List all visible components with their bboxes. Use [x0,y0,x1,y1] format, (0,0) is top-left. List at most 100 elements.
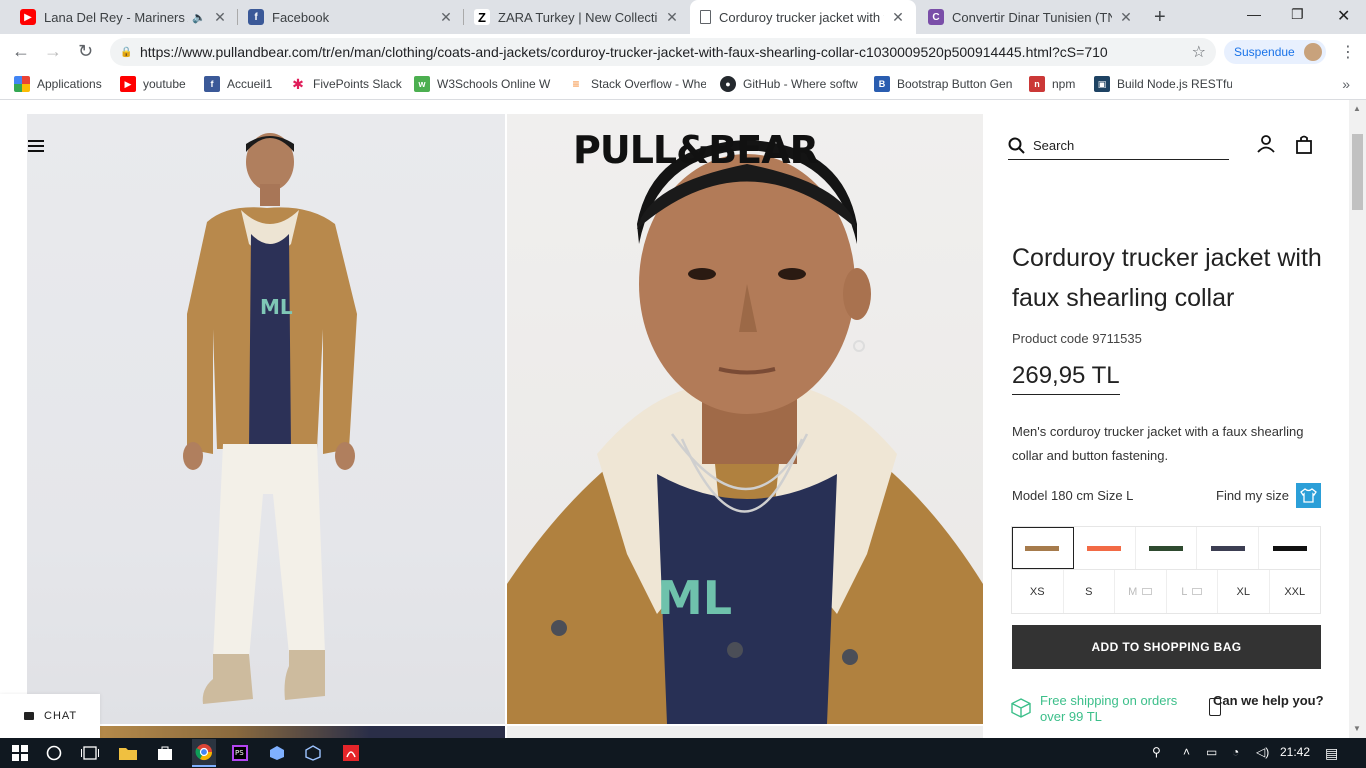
new-tab-button[interactable]: + [1154,6,1166,29]
search-input[interactable]: Search [1008,132,1229,160]
bookmark-stackoverflow[interactable]: ≡ Stack Overflow - Whe [568,76,706,92]
size-option-m[interactable]: M [1115,570,1167,613]
browser-menu-icon[interactable]: ⋮ [1340,42,1356,62]
close-tab-icon[interactable]: ✕ [1118,9,1134,26]
bookmark-youtube[interactable]: ▶ youtube [120,76,186,92]
clock-time[interactable]: 21:42 [1280,745,1310,759]
bookmark-label: youtube [143,77,186,91]
help-link[interactable]: Can we help you? [1213,693,1324,708]
browser-tab-bar: ▶ Lana Del Rey - Mariners Ap 🔈 ✕ f Faceb… [0,0,1366,34]
shopping-bag-icon[interactable] [1296,135,1312,154]
chrome-icon[interactable] [192,739,216,767]
url-text: https://www.pullandbear.com/tr/en/man/cl… [140,44,1108,60]
size-label: XS [1029,585,1045,598]
size-label: M [1128,585,1138,598]
bookmark-nodejs[interactable]: ▣ Build Node.js RESTful [1094,76,1232,92]
close-window-button[interactable]: ✕ [1337,6,1350,26]
site-logo[interactable]: PULL&BEAR [573,128,819,172]
url-field[interactable]: 🔒 https://www.pullandbear.com/tr/en/man/… [110,38,1216,66]
tab-title: Lana Del Rey - Mariners Ap [44,9,189,25]
reload-icon[interactable]: ↻ [78,41,93,62]
size-selector: XS S M L XL XXL [1011,570,1321,614]
close-tab-icon[interactable]: ✕ [212,9,228,26]
notify-mail-icon[interactable] [1142,588,1153,595]
bookmark-label: Build Node.js RESTful [1117,77,1232,91]
wifi-icon[interactable]: ◔ [1232,745,1239,759]
notify-mail-icon[interactable] [1192,588,1203,595]
chat-button[interactable]: CHAT [0,694,100,738]
forward-icon[interactable]: → [44,41,62,62]
scroll-up-arrow-icon[interactable]: ▲ [1353,104,1361,113]
size-option-s[interactable]: S [1064,570,1115,613]
task-view-icon[interactable] [80,743,100,763]
lock-icon[interactable]: 🔒 [120,47,132,58]
scroll-down-arrow-icon[interactable]: ▼ [1353,724,1361,733]
find-my-size-link[interactable]: Find my size [1216,488,1289,503]
tshirt-size-icon[interactable] [1296,483,1321,508]
bookmark-github[interactable]: ● GitHub - Where softw [720,76,858,92]
bookmark-bootstrap[interactable]: B Bootstrap Button Gen [874,76,1012,92]
bookmark-slack[interactable]: ✱ FivePoints Slack [290,76,402,92]
size-label: XXL [1284,585,1306,598]
tab-pullandbear-active[interactable]: Corduroy trucker jacket with fa ✕ [690,0,916,34]
close-tab-icon[interactable]: ✕ [890,9,906,26]
phpstorm-icon[interactable]: PS [230,743,250,763]
size-option-xl[interactable]: XL [1218,570,1270,613]
tab-facebook[interactable]: f Facebook ✕ [238,0,464,34]
minimize-button[interactable]: — [1247,6,1261,22]
svg-text:ML: ML [260,295,293,319]
speaker-icon[interactable]: 🔈 [192,11,206,24]
acrobat-icon[interactable] [341,743,361,763]
bookmark-star-icon[interactable]: ☆ [1192,42,1206,62]
volume-icon[interactable]: ◁) [1256,745,1269,759]
menu-hamburger-icon[interactable] [28,140,44,152]
next-photo-preview [507,726,983,738]
color-swatch-navy[interactable] [1197,527,1260,569]
product-photo-full-body[interactable]: ML [27,114,505,724]
notifications-icon[interactable]: ▤ [1325,745,1338,762]
size-option-l[interactable]: L [1167,570,1218,613]
tab-youtube[interactable]: ▶ Lana Del Rey - Mariners Ap 🔈 ✕ [10,0,238,34]
profile-button[interactable]: Suspendue [1224,40,1326,64]
user-account-icon[interactable] [1257,135,1275,153]
bookmark-accueil1[interactable]: f Accueil1 [204,76,272,92]
store-icon[interactable] [155,743,175,763]
color-swatch-orange[interactable] [1074,527,1136,569]
scrollbar-thumb[interactable] [1352,134,1363,210]
product-photo-closeup[interactable]: ML [507,114,983,724]
color-bar [1272,545,1307,551]
file-explorer-icon[interactable] [118,743,138,763]
bookmark-w3schools[interactable]: w W3Schools Online W [414,76,552,92]
close-tab-icon[interactable]: ✕ [438,9,454,26]
tab-zara[interactable]: Z ZARA Turkey | New Collection ✕ [464,0,690,34]
back-icon[interactable]: ← [12,41,30,62]
3d-viewer-icon[interactable] [267,743,287,763]
color-swatch-black[interactable] [1259,527,1320,569]
bookmark-label: W3Schools Online W [437,77,551,91]
add-to-bag-button[interactable]: ADD TO SHOPPING BAG [1012,625,1321,669]
stackoverflow-icon: ≡ [568,76,584,92]
bookmark-npm[interactable]: n npm [1029,76,1075,92]
page-scrollbar[interactable]: ▲ ▼ [1349,100,1366,738]
color-swatch-green[interactable] [1136,527,1198,569]
size-option-xxl[interactable]: XXL [1270,570,1321,613]
battery-icon[interactable]: ▭ [1206,745,1217,759]
search-circle-icon[interactable] [44,743,64,763]
size-option-xs[interactable]: XS [1012,570,1064,613]
apps-grid-icon [14,76,30,92]
model-size-info: Model 180 cm Size L [1012,488,1134,503]
show-hidden-icons-chevron-icon[interactable]: ˄ [1183,745,1190,759]
currency-icon: C [928,9,944,25]
people-icon[interactable]: ⚲ [1152,745,1161,759]
maximize-button[interactable]: ❐ [1291,6,1304,23]
color-swatch-brown[interactable] [1012,527,1074,569]
virtualbox-icon[interactable] [303,743,323,763]
bookmarks-bar: Applications ▶ youtube f Accueil1 ✱ Five… [0,70,1366,100]
node-icon: ▣ [1094,76,1110,92]
windows-start-icon[interactable] [10,743,30,763]
close-tab-icon[interactable]: ✕ [664,9,680,26]
more-bookmarks-icon[interactable]: » [1342,76,1350,92]
bookmark-applications[interactable]: Applications [14,76,102,92]
tab-currency[interactable]: C Convertir Dinar Tunisien (TND) ✕ [918,0,1144,34]
model-full-body-image: ML [183,133,357,704]
